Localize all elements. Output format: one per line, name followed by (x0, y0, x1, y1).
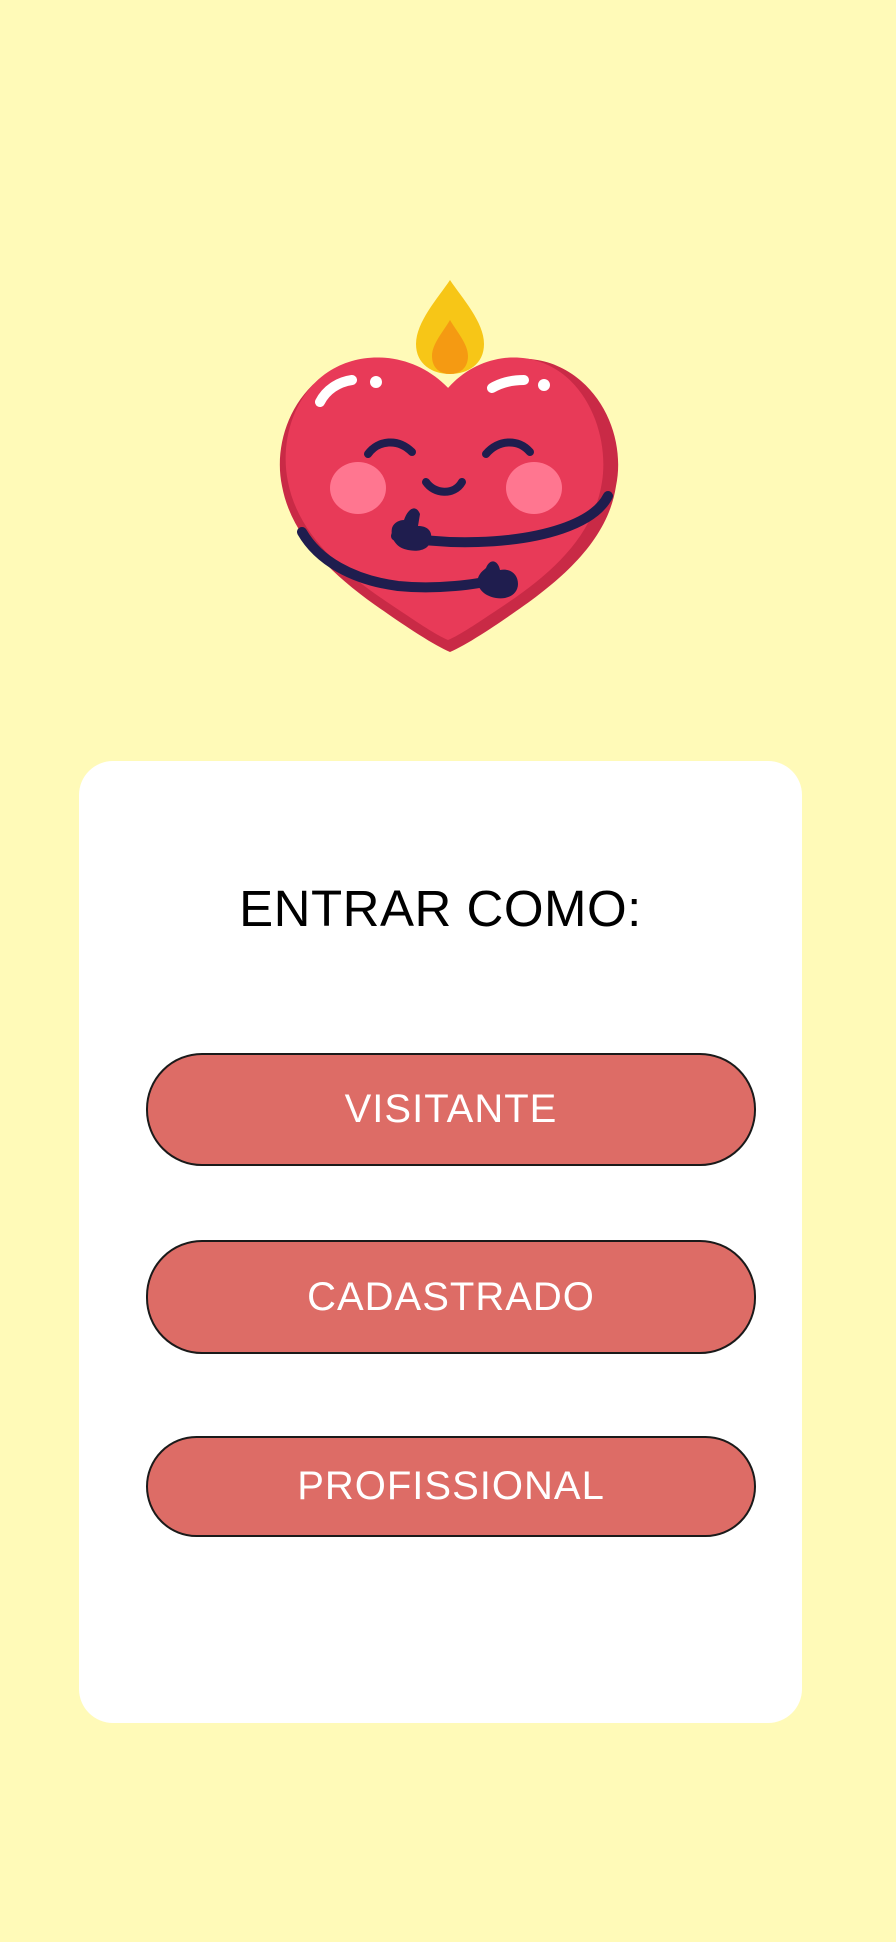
heart-candle-mascot-icon (279, 280, 619, 652)
profissional-button[interactable]: PROFISSIONAL (146, 1436, 756, 1537)
visitante-button[interactable]: VISITANTE (146, 1053, 756, 1166)
cheek-left-icon (330, 462, 386, 514)
cadastrado-button[interactable]: CADASTRADO (146, 1240, 756, 1354)
card-title: ENTRAR COMO: (239, 880, 642, 937)
cheek-right-icon (506, 462, 562, 514)
login-card: ENTRAR COMO: VISITANTE CADASTRADO PROFIS… (79, 761, 802, 1723)
